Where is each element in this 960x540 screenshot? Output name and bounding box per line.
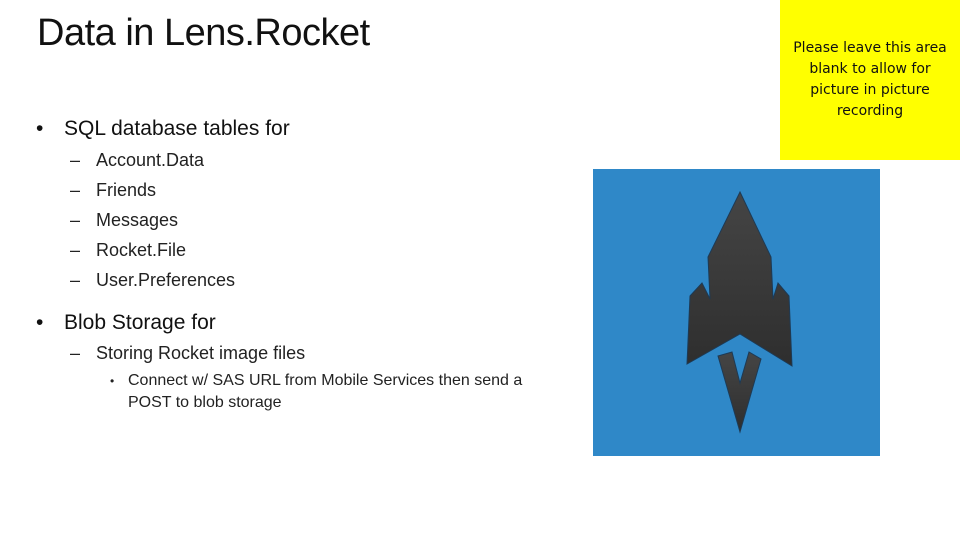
- sub-bullet-text: User.Preferences: [96, 270, 236, 290]
- dash-icon: –: [70, 270, 81, 290]
- sub-bullet-text: Messages: [96, 210, 179, 230]
- bullet-text: Blob Storage for: [64, 311, 216, 334]
- small-bullet-icon: •: [110, 374, 115, 388]
- sub-sub-bullet-text: Connect w/ SAS URL from Mobile Services …: [128, 372, 523, 411]
- dash-icon: –: [70, 343, 81, 363]
- bullet-text: SQL database tables for: [64, 117, 290, 140]
- dash-icon: –: [70, 210, 81, 230]
- sub-bullet-text: Friends: [96, 180, 157, 200]
- rocket-logo: [593, 169, 880, 456]
- dash-icon: –: [70, 180, 81, 200]
- dash-icon: –: [70, 150, 81, 170]
- sub-bullet-text: Rocket.File: [96, 240, 187, 260]
- pip-placeholder: Please leave this area blank to allow fo…: [780, 0, 960, 160]
- sub-bullet-text: Account.Data: [96, 150, 205, 170]
- bullet-icon: •: [36, 117, 44, 140]
- sub-bullet-text: Storing Rocket image files: [96, 343, 306, 363]
- dash-icon: –: [70, 240, 81, 260]
- pip-placeholder-text: Please leave this area blank to allow fo…: [793, 40, 947, 119]
- bullet-icon: •: [36, 311, 44, 334]
- slide-title: Data in Lens.Rocket: [37, 12, 370, 54]
